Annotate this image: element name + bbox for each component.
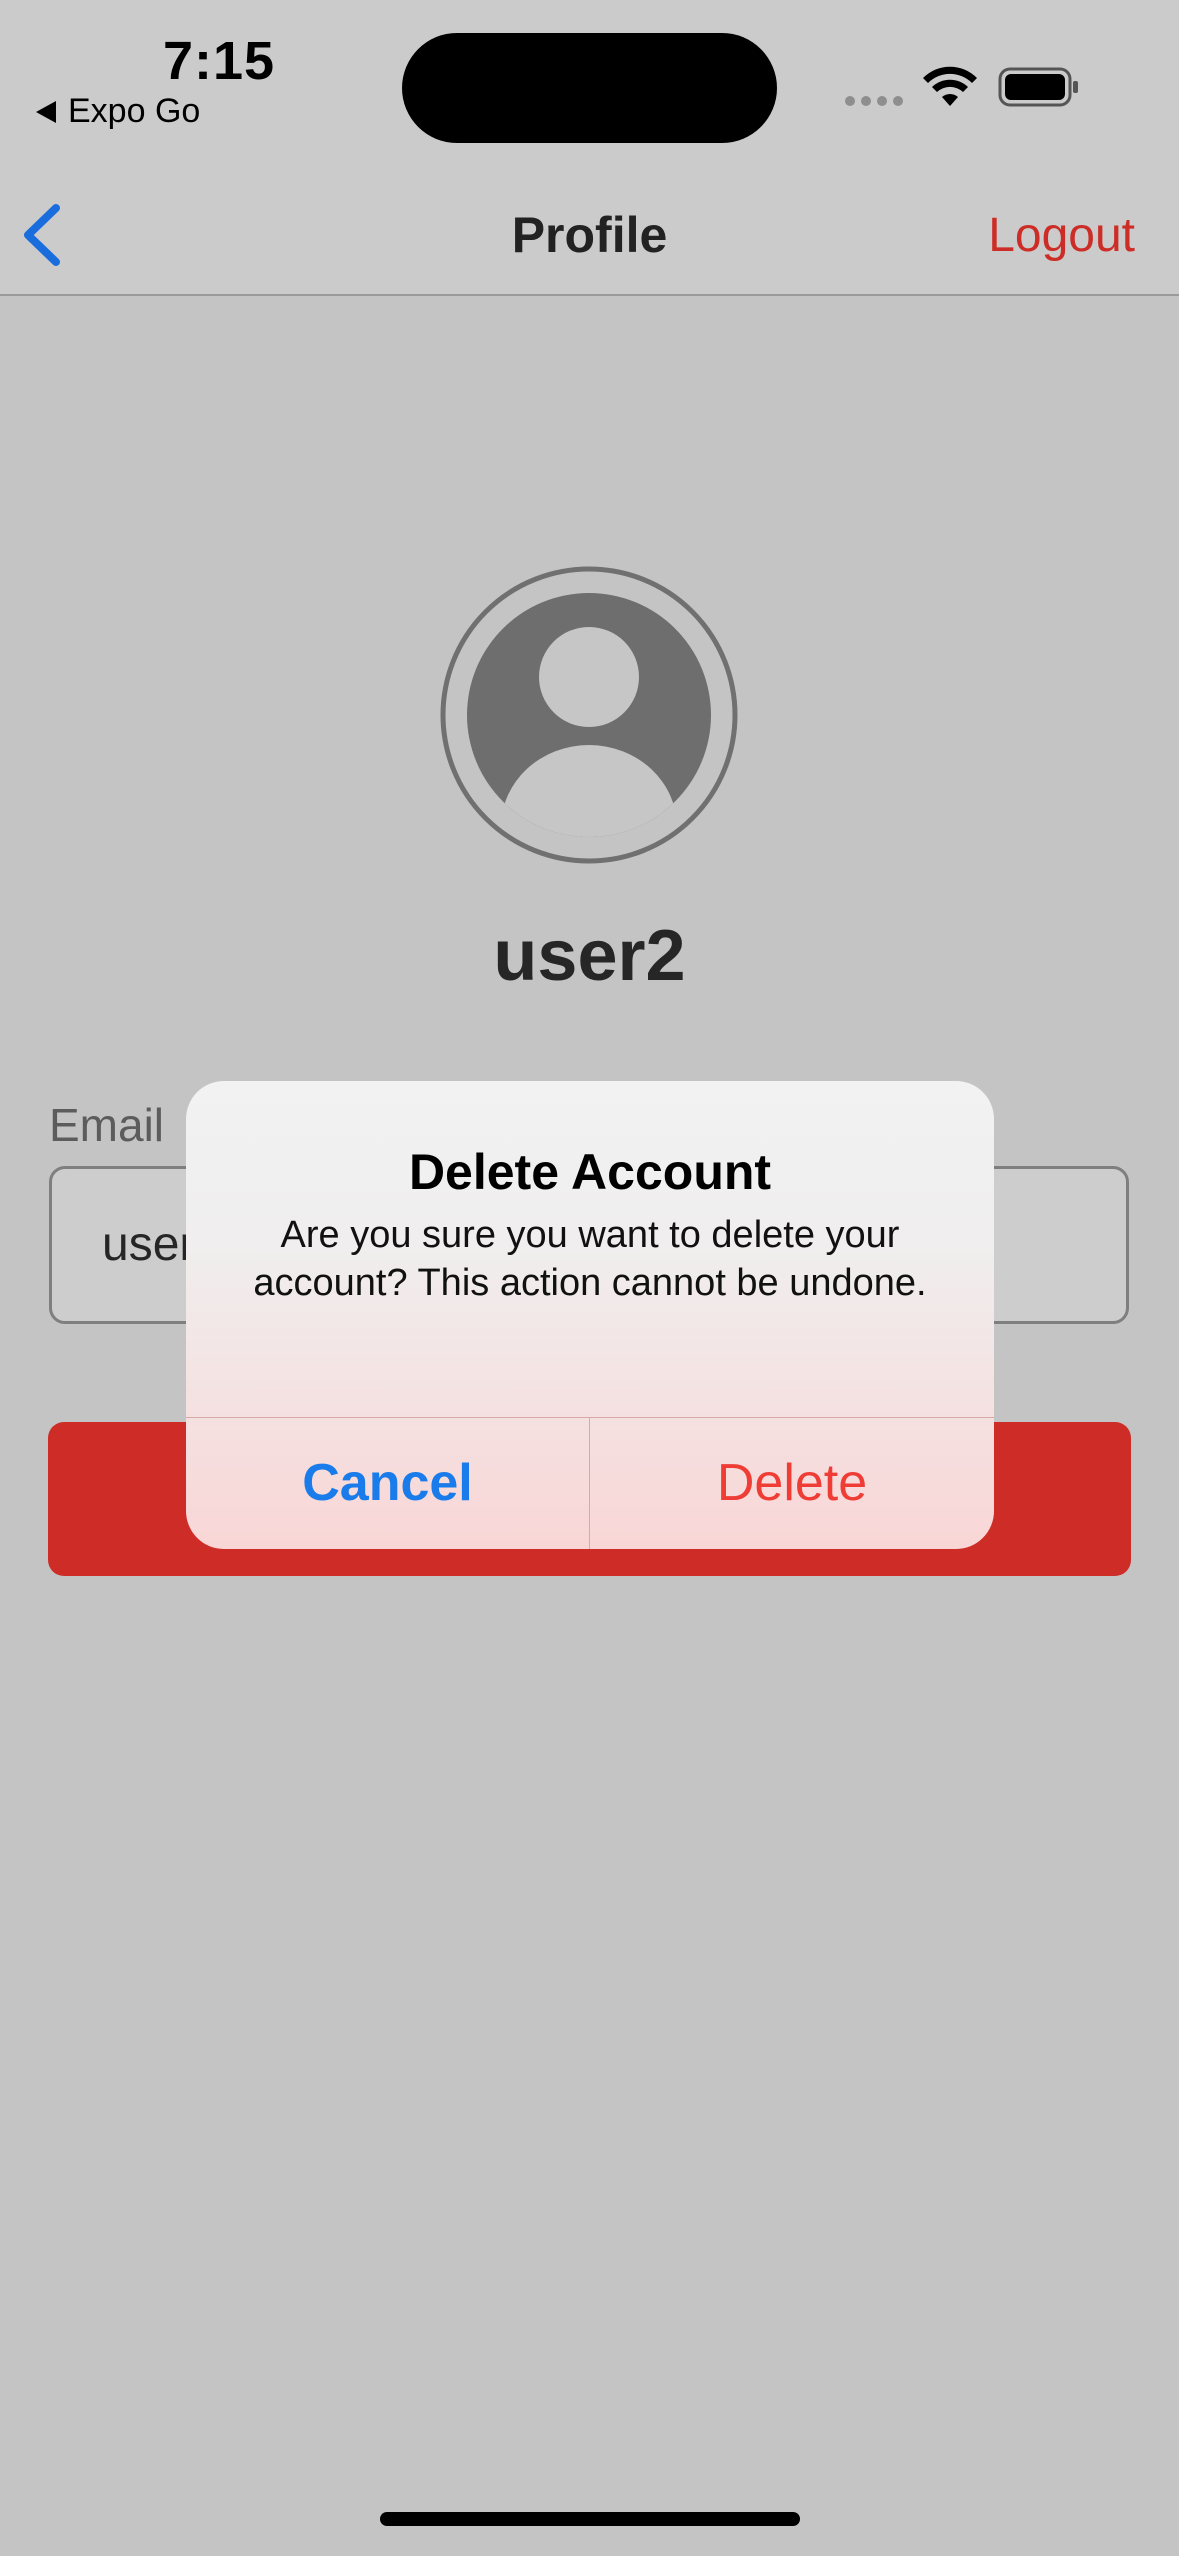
back-triangle-icon [36, 100, 56, 123]
back-app-label: Expo Go [68, 92, 201, 130]
back-to-app-link[interactable]: Expo Go [36, 92, 200, 131]
confirm-delete-button[interactable]: Delete [590, 1418, 994, 1549]
dialog-title: Delete Account [408, 1144, 772, 1200]
battery-icon [998, 67, 1078, 107]
user-avatar-icon [440, 566, 738, 864]
navigation-bar: Profile Logout [0, 170, 1179, 296]
wifi-icon [923, 66, 977, 106]
username: user2 [493, 916, 686, 996]
dynamic-island [402, 33, 777, 143]
email-label: Email [49, 1099, 165, 1151]
status-time: 7:15 [163, 31, 276, 91]
delete-account-dialog: Delete Account Are you sure you want to … [186, 1081, 994, 1549]
dialog-message: Are you sure you want to delete your acc… [253, 1214, 927, 1304]
logout-button[interactable]: Logout [988, 208, 1135, 263]
signal-icon [845, 96, 903, 106]
home-indicator [380, 2512, 800, 2526]
status-bar: 7:15 Expo Go [0, 0, 1179, 170]
cancel-button[interactable]: Cancel [186, 1418, 589, 1549]
